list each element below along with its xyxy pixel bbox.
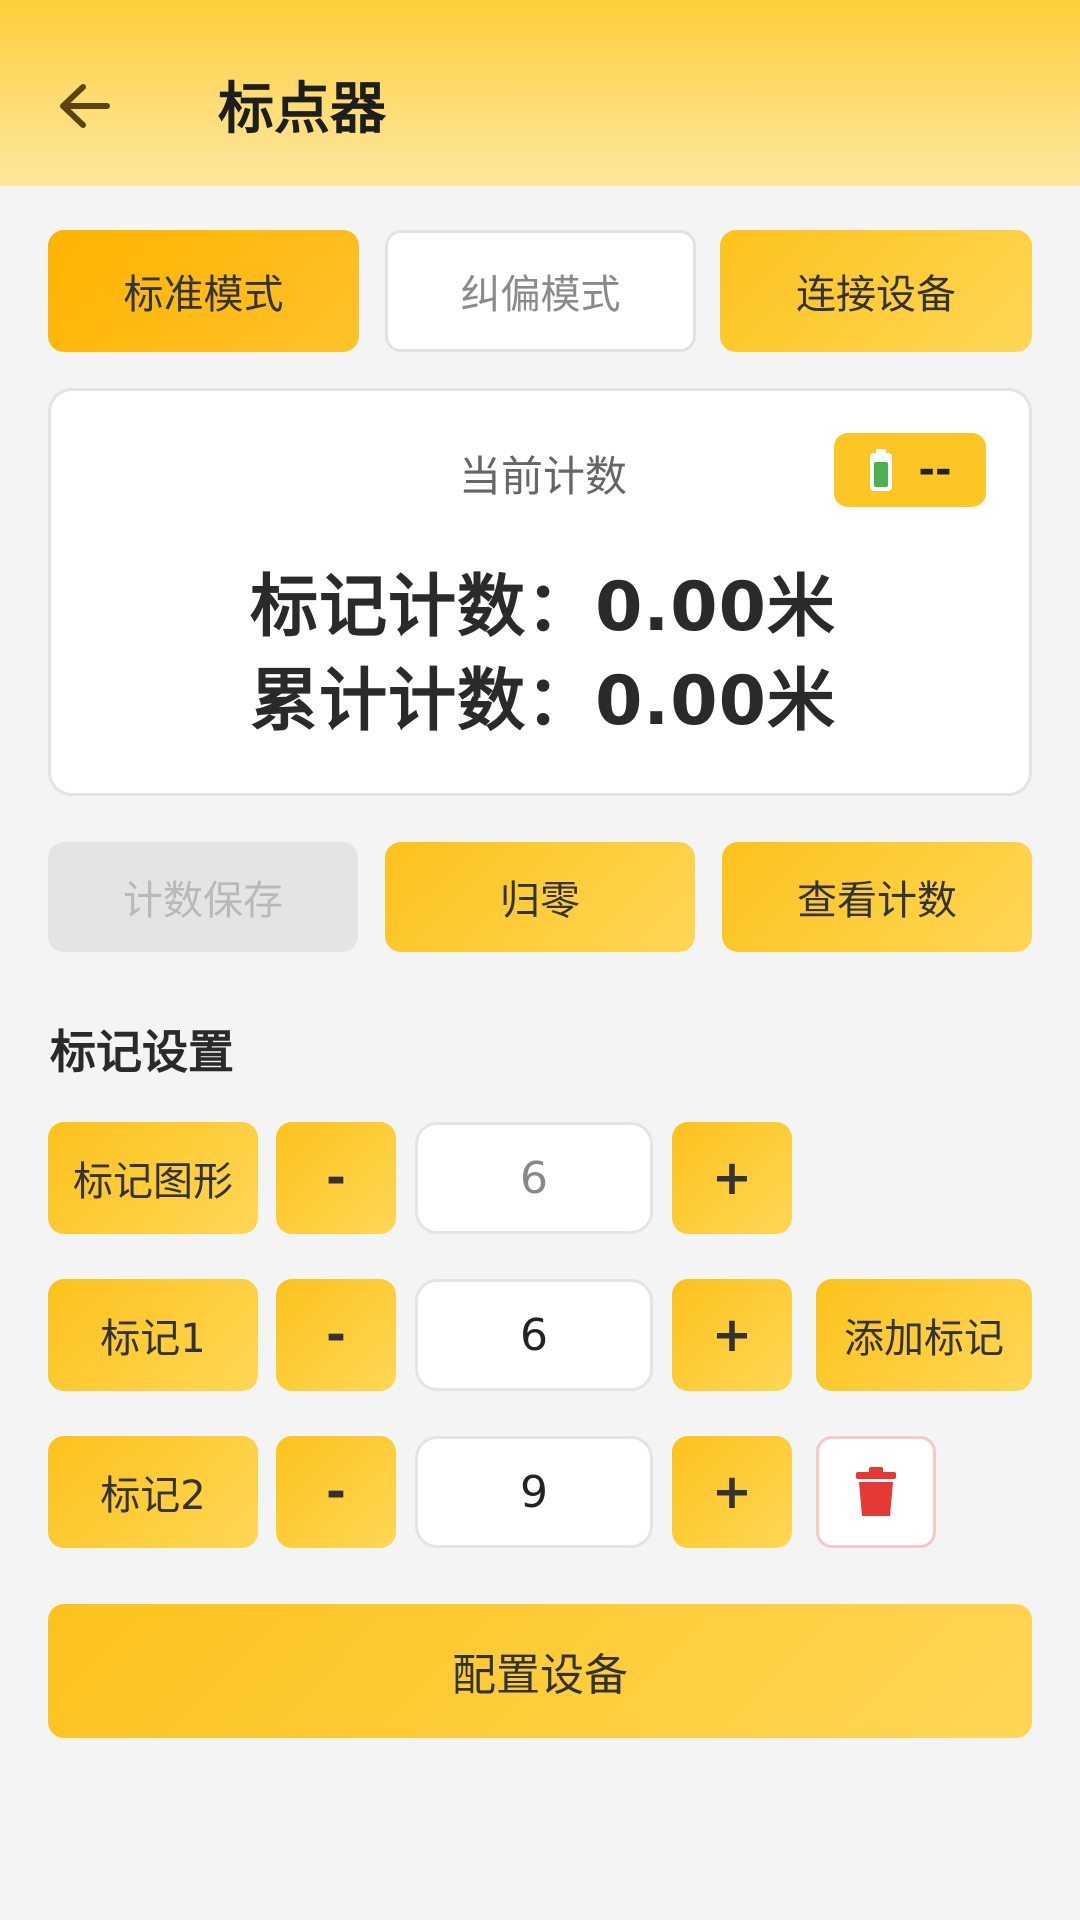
reset-button[interactable]: 归零 [385, 842, 695, 952]
total-count-label: 累计计数： [250, 662, 596, 741]
mark-settings-title: 标记设置 [50, 1025, 234, 1079]
correction-mode-button[interactable]: 纠偏模式 [385, 230, 696, 352]
mark-2-plus-button[interactable]: + [672, 1436, 792, 1548]
delete-mark-button[interactable] [816, 1436, 936, 1548]
app-header: 标点器 [0, 0, 1080, 186]
mark-shape-minus-button[interactable]: - [276, 1122, 396, 1234]
back-button[interactable] [52, 78, 116, 134]
arrow-left-icon [60, 84, 110, 128]
mark-2-minus-button[interactable]: - [276, 1436, 396, 1548]
mark-1-button[interactable]: 标记1 [48, 1279, 258, 1391]
save-count-button[interactable]: 计数保存 [48, 842, 358, 952]
configure-device-button[interactable]: 配置设备 [48, 1604, 1032, 1738]
standard-mode-button[interactable]: 标准模式 [48, 230, 359, 352]
mark-shape-value[interactable]: 6 [415, 1122, 653, 1234]
mark-count-line: 标记计数：0.00米 [51, 551, 1035, 650]
counter-card: 当前计数 -- 标记计数：0.00米 累计计数：0.00米 [48, 388, 1032, 796]
total-count-line: 累计计数：0.00米 [51, 645, 1035, 744]
mark-shape-plus-button[interactable]: + [672, 1122, 792, 1234]
mark-1-value[interactable]: 6 [415, 1279, 653, 1391]
battery-icon [870, 449, 893, 491]
mark-2-value[interactable]: 9 [415, 1436, 653, 1548]
mark-1-plus-button[interactable]: + [672, 1279, 792, 1391]
page-title: 标点器 [218, 77, 386, 142]
connect-device-button[interactable]: 连接设备 [720, 230, 1032, 352]
mark-count-value: 0.00米 [595, 568, 836, 647]
battery-indicator: -- [834, 433, 986, 507]
trash-icon [856, 1467, 896, 1516]
add-mark-button[interactable]: 添加标记 [816, 1279, 1032, 1391]
mark-1-minus-button[interactable]: - [276, 1279, 396, 1391]
battery-text: -- [918, 447, 952, 493]
mark-shape-button[interactable]: 标记图形 [48, 1122, 258, 1234]
view-count-button[interactable]: 查看计数 [722, 842, 1032, 952]
mark-count-label: 标记计数： [250, 568, 596, 647]
mark-2-button[interactable]: 标记2 [48, 1436, 258, 1548]
total-count-value: 0.00米 [595, 662, 836, 741]
